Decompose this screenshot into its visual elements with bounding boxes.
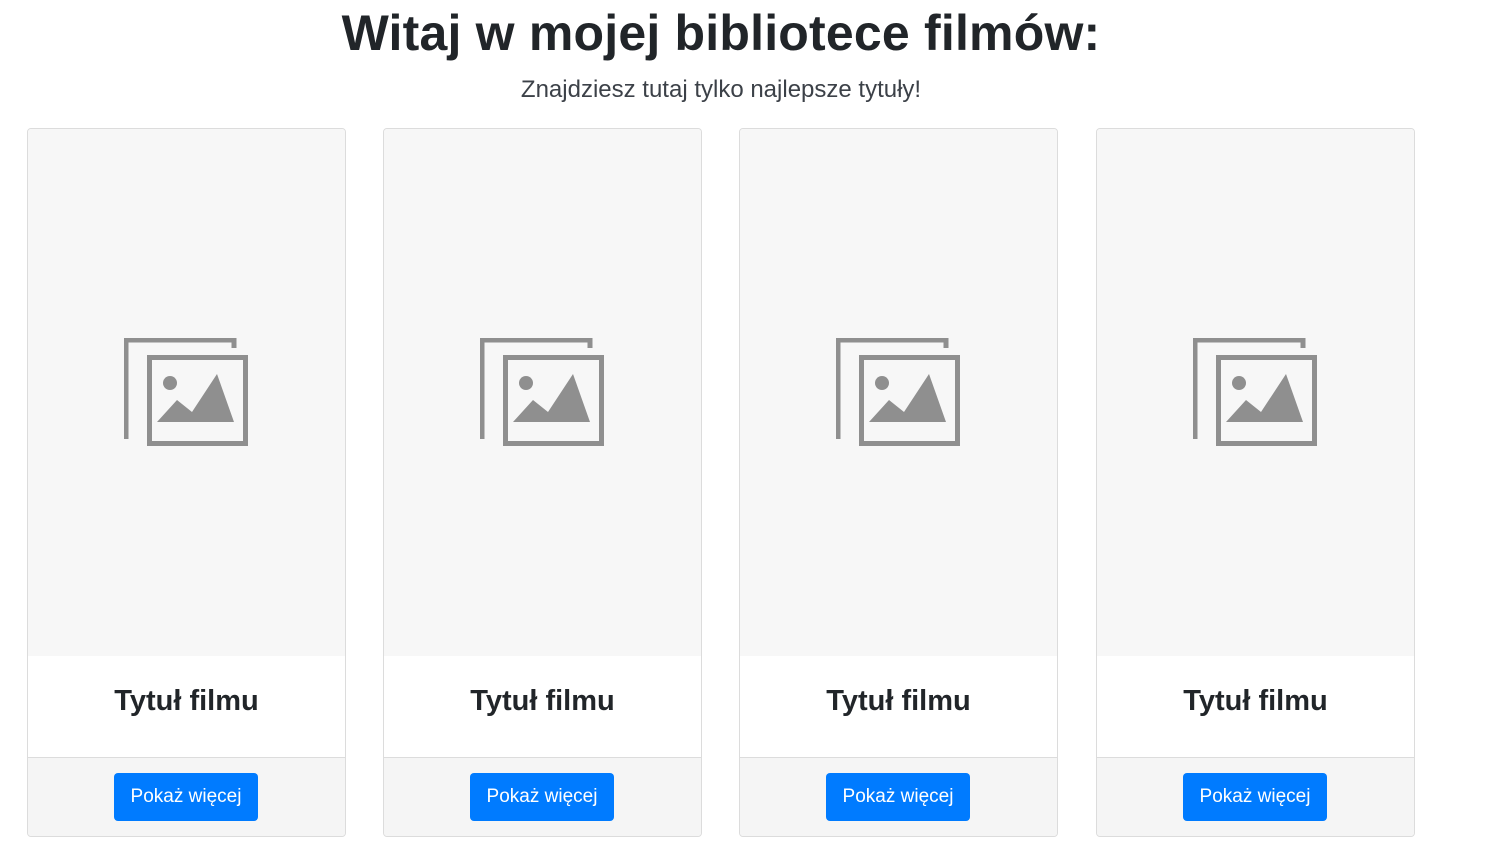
card-footer: Pokaż więcej [28,757,345,836]
card-footer: Pokaż więcej [740,757,1057,836]
movie-poster-placeholder [28,129,345,656]
show-more-button[interactable]: Pokaż więcej [114,773,258,821]
card-body: Tytuł filmu [384,656,701,757]
image-placeholder-icon [124,338,248,446]
movie-poster-placeholder [1097,129,1414,656]
movie-card: Tytuł filmu Pokaż więcej [27,128,346,837]
card-body: Tytuł filmu [28,656,345,757]
card-footer: Pokaż więcej [1097,757,1414,836]
show-more-button[interactable]: Pokaż więcej [1183,773,1327,821]
movie-title: Tytuł filmu [826,685,971,717]
image-placeholder-icon [836,338,960,446]
page: Witaj w mojej bibliotece filmów: Znajdzi… [0,0,1500,857]
page-title: Witaj w mojej bibliotece filmów: [341,5,1101,61]
movie-card: Tytuł filmu Pokaż więcej [383,128,702,837]
movie-card: Tytuł filmu Pokaż więcej [739,128,1058,837]
movie-card: Tytuł filmu Pokaż więcej [1096,128,1415,837]
movie-poster-placeholder [384,129,701,656]
card-body: Tytuł filmu [1097,656,1414,757]
image-placeholder-icon [480,338,604,446]
page-subtitle: Znajdziesz tutaj tylko najlepsze tytuły! [520,76,922,103]
show-more-button[interactable]: Pokaż więcej [826,773,970,821]
card-body: Tytuł filmu [740,656,1057,757]
movie-title: Tytuł filmu [470,685,615,717]
movie-poster-placeholder [740,129,1057,656]
image-placeholder-icon [1193,338,1317,446]
movie-title: Tytuł filmu [114,685,259,717]
show-more-button[interactable]: Pokaż więcej [470,773,614,821]
card-footer: Pokaż więcej [384,757,701,836]
movie-title: Tytuł filmu [1183,685,1328,717]
movie-card-list: Tytuł filmu Pokaż więcej Tytuł filmu Pok… [27,128,1415,837]
